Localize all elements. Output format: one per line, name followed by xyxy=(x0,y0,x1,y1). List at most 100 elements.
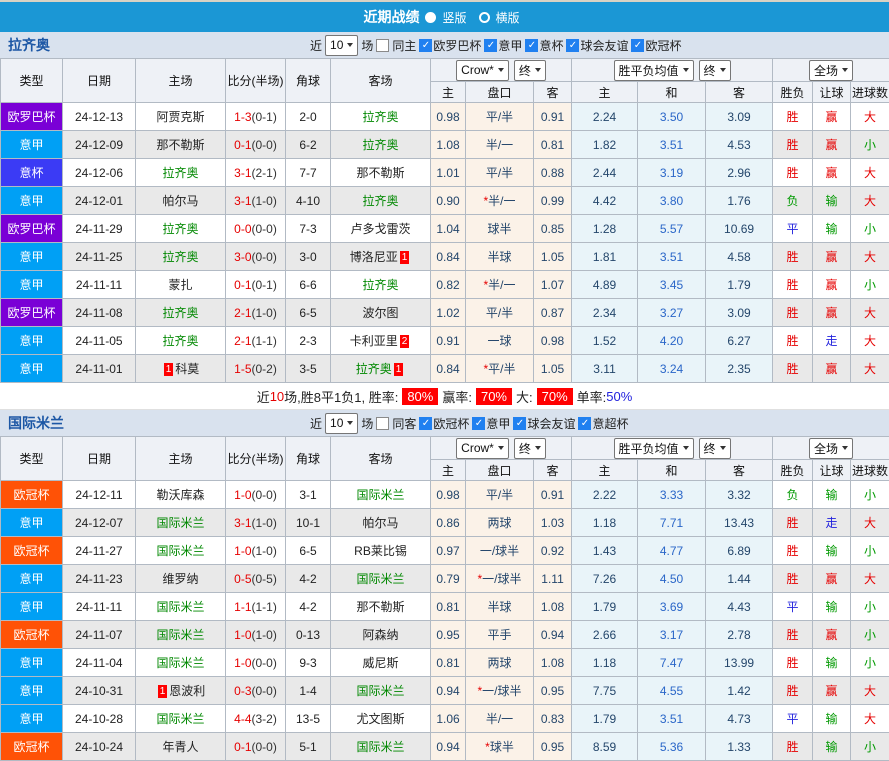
scope-select[interactable]: 全场 xyxy=(809,438,853,459)
match-count-select[interactable]: 10 xyxy=(325,35,358,56)
avg-time-select[interactable]: 终 xyxy=(699,438,731,459)
competition-checkbox[interactable]: ✓ xyxy=(419,417,432,430)
team-label: 科莫 xyxy=(175,362,199,376)
result-cell: 胜 xyxy=(773,327,813,355)
competition-checkbox[interactable]: ✓ xyxy=(578,417,591,430)
avg-time-select[interactable]: 终 xyxy=(699,60,731,81)
same-venue-checkbox[interactable] xyxy=(376,39,389,52)
chevron-down-icon xyxy=(842,68,848,72)
odds-source-select[interactable]: Crow* xyxy=(456,438,509,459)
handicap-line: *平/半 xyxy=(466,355,534,383)
goals-result-cell: 大 xyxy=(851,705,889,733)
avg-group-header: 胜平负均值 终 xyxy=(572,59,773,82)
score-cell: 1-0(1-0) xyxy=(226,621,286,649)
chevron-down-icon xyxy=(535,68,541,72)
handicap-away-odds: 0.87 xyxy=(534,299,572,327)
competition-label: 意超杯 xyxy=(592,415,628,432)
team-label: 拉齐奥 xyxy=(362,138,398,152)
avg-draw-odds: 5.57 xyxy=(638,215,706,243)
team-label: 那不勒斯 xyxy=(156,138,204,152)
handicap-home-odds: 0.84 xyxy=(431,243,466,271)
competition-checkbox[interactable]: ✓ xyxy=(525,39,538,52)
sub-goals: 进球数 xyxy=(851,460,889,481)
handicap-away-odds: 0.91 xyxy=(534,481,572,509)
league-cell: 欧冠杯 xyxy=(1,537,63,565)
avg-draw-odds: 3.33 xyxy=(638,481,706,509)
competition-label: 意杯 xyxy=(539,37,563,54)
competition-checkbox[interactable]: ✓ xyxy=(566,39,579,52)
score-cell: 1-0(1-0) xyxy=(226,537,286,565)
rank-badge: 1 xyxy=(400,251,410,264)
competition-checkbox[interactable]: ✓ xyxy=(631,39,644,52)
corner-cell: 9-3 xyxy=(286,649,331,677)
handicap-line: 一球 xyxy=(466,327,534,355)
result-cell: 胜 xyxy=(773,677,813,705)
away-team-cell: 国际米兰 xyxy=(331,677,431,705)
handicap-line: 半/一 xyxy=(466,705,534,733)
handicap-away-odds: 0.91 xyxy=(534,103,572,131)
competition-checkbox[interactable]: ✓ xyxy=(419,39,432,52)
home-team-cell: 拉齐奥 xyxy=(136,159,226,187)
same-venue-checkbox[interactable] xyxy=(376,417,389,430)
odds-time-select[interactable]: 终 xyxy=(514,438,546,459)
away-team-cell: 拉齐奥1 xyxy=(331,355,431,383)
result-cell: 平 xyxy=(773,705,813,733)
team-label: 阿森纳 xyxy=(362,628,398,642)
team-label: 国际米兰 xyxy=(156,516,204,530)
chevron-down-icon xyxy=(347,421,353,425)
avg-draw-odds: 3.19 xyxy=(638,159,706,187)
match-row: 欧罗巴杯24-11-08拉齐奥2-1(1-0)6-5波尔图1.02平/半0.87… xyxy=(1,299,889,327)
match-row: 意甲24-10-311恩波利0-3(0-0)1-4国际米兰0.94*一/球半0.… xyxy=(1,677,889,705)
handicap-away-odds: 0.92 xyxy=(534,537,572,565)
avg-home-odds: 1.82 xyxy=(572,131,638,159)
goals-result-cell: 大 xyxy=(851,243,889,271)
vertical-layout-radio[interactable] xyxy=(425,12,436,23)
odds-time-select[interactable]: 终 xyxy=(514,60,546,81)
avg-away-odds: 3.32 xyxy=(706,481,773,509)
match-row: 意甲24-12-07国际米兰3-1(1-0)10-1帕尔马0.86两球1.031… xyxy=(1,509,889,537)
avg-select[interactable]: 胜平负均值 xyxy=(614,438,694,459)
match-row: 意甲24-11-11蒙扎0-1(0-1)6-6拉齐奥0.82*半/一1.074.… xyxy=(1,271,889,299)
avg-away-odds: 1.33 xyxy=(706,733,773,761)
corner-cell: 1-4 xyxy=(286,677,331,705)
sub-avg-draw: 和 xyxy=(638,82,706,103)
result-cell: 胜 xyxy=(773,299,813,327)
result-cell: 胜 xyxy=(773,565,813,593)
date-cell: 24-11-23 xyxy=(63,565,136,593)
handicap-line: *一/球半 xyxy=(466,565,534,593)
competition-checkbox[interactable]: ✓ xyxy=(472,417,485,430)
result-cell: 胜 xyxy=(773,537,813,565)
handicap-line: 半球 xyxy=(466,243,534,271)
team-label: 维罗纳 xyxy=(162,572,198,586)
corner-cell: 3-0 xyxy=(286,243,331,271)
avg-select[interactable]: 胜平负均值 xyxy=(614,60,694,81)
scope-select[interactable]: 全场 xyxy=(809,60,853,81)
match-row: 意甲24-11-05拉齐奥2-1(1-1)2-3卡利亚里20.91一球0.981… xyxy=(1,327,889,355)
handicap-home-odds: 1.06 xyxy=(431,705,466,733)
team-name: 国际米兰 xyxy=(0,413,64,433)
score-cell: 0-0(0-0) xyxy=(226,215,286,243)
vertical-layout-label[interactable]: 竖版 xyxy=(442,9,466,26)
avg-draw-odds: 3.51 xyxy=(638,131,706,159)
horizontal-layout-radio[interactable] xyxy=(479,12,490,23)
odds-source-select[interactable]: Crow* xyxy=(456,60,509,81)
match-count-select[interactable]: 10 xyxy=(325,413,358,434)
handicap-line: 球半 xyxy=(466,215,534,243)
competition-filters: ✓欧罗巴杯✓意甲✓意杯✓球会友谊✓欧冠杯 xyxy=(419,37,683,54)
handicap-line: 平/半 xyxy=(466,159,534,187)
match-row: 意杯24-12-06拉齐奥3-1(2-1)7-7那不勒斯1.01平/半0.882… xyxy=(1,159,889,187)
handicap-result-cell: 输 xyxy=(813,537,851,565)
team-filter-bar: 国际米兰 近 10 场 同客 ✓欧冠杯✓意甲✓球会友谊✓意超杯 xyxy=(0,410,889,436)
summary-number: 10 xyxy=(270,389,284,404)
rank-badge: 2 xyxy=(400,335,410,348)
handicap-result-cell: 走 xyxy=(813,327,851,355)
competition-checkbox[interactable]: ✓ xyxy=(484,39,497,52)
handicap-result-cell: 输 xyxy=(813,705,851,733)
date-cell: 24-12-07 xyxy=(63,509,136,537)
competition-checkbox[interactable]: ✓ xyxy=(513,417,526,430)
horizontal-layout-label[interactable]: 横版 xyxy=(496,9,520,26)
handicap-away-odds: 1.11 xyxy=(534,565,572,593)
handicap-line: *半/一 xyxy=(466,187,534,215)
avg-draw-odds: 3.69 xyxy=(638,593,706,621)
team-label: 勒沃库森 xyxy=(156,488,204,502)
